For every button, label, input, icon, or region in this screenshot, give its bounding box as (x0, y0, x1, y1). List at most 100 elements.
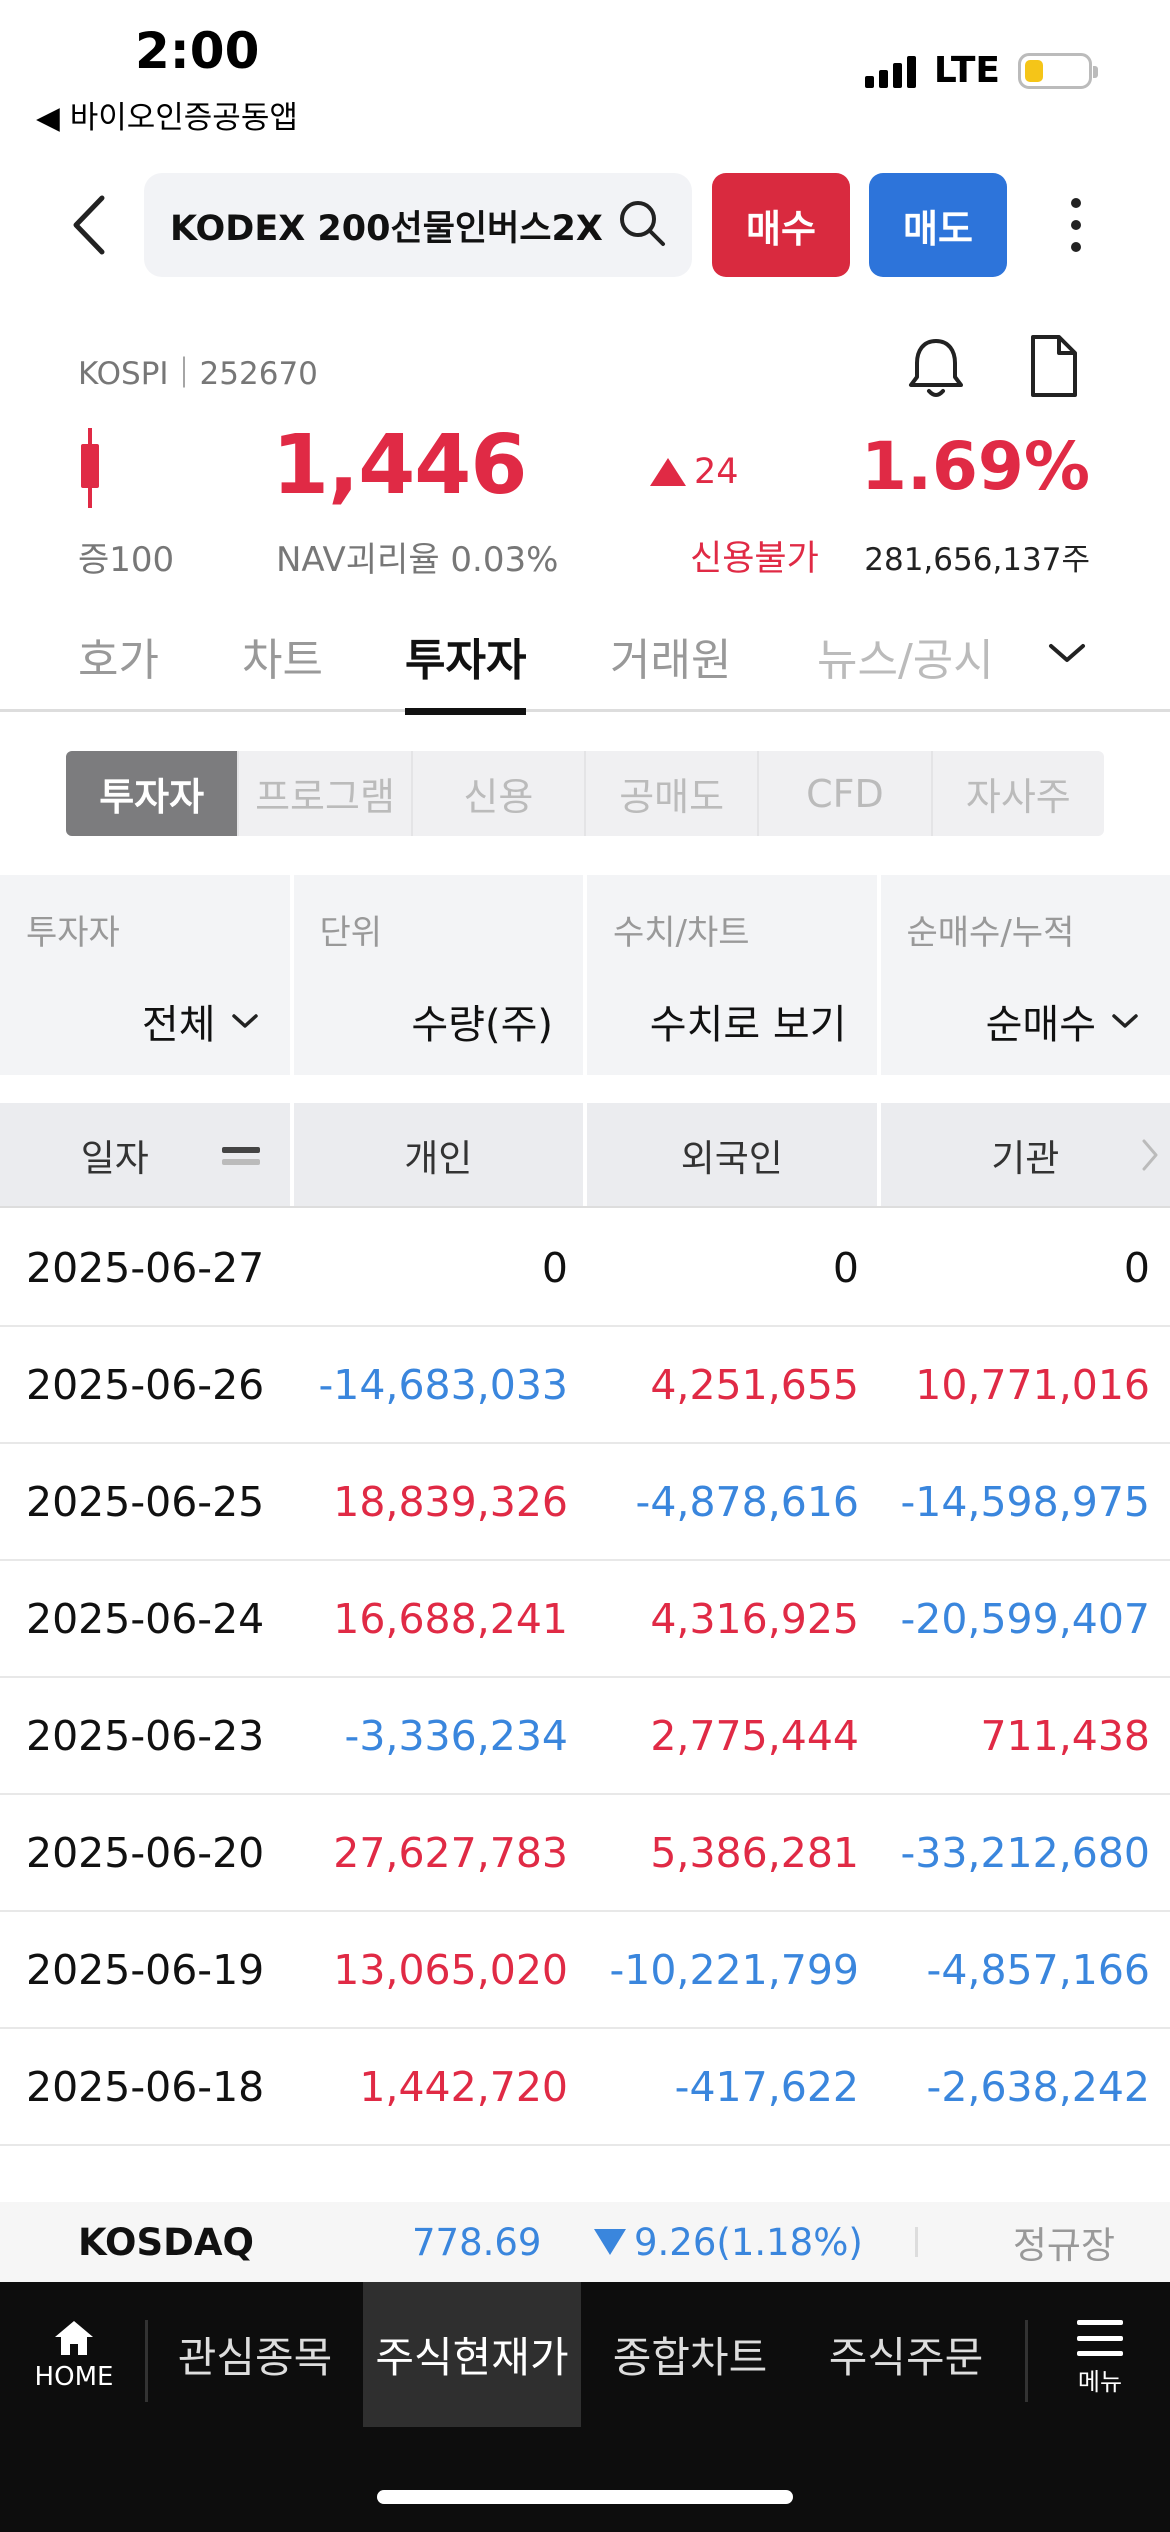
candlestick-icon (78, 428, 102, 508)
nav-menu[interactable]: 메뉴 (1070, 2320, 1130, 2397)
cell-individual: 18,839,326 (333, 1477, 568, 1526)
nav-chart[interactable]: 종합차트 (590, 2282, 790, 2427)
cell-individual: 16,688,241 (333, 1594, 568, 1643)
cell-individual: -14,683,033 (318, 1360, 568, 1409)
home-icon (55, 2321, 93, 2355)
filter-value: 수치로 보기 (649, 1002, 847, 1048)
status-indicators: LTE (864, 50, 1098, 91)
filter-bar: 투자자 전체 단위 수량(주) 수치/차트 수치로 보기 순매수/누적 순매수 (0, 875, 1170, 1075)
tab-investor[interactable]: 투자자 (405, 610, 527, 715)
document-icon[interactable] (1025, 333, 1081, 403)
table-row[interactable]: 2025-06-23 -3,336,234 2,775,444 711,438 (0, 1678, 1170, 1795)
cell-foreign: 4,251,655 (650, 1360, 859, 1409)
column-date[interactable]: 일자 (0, 1103, 290, 1206)
table-row[interactable]: 2025-06-24 16,688,241 4,316,925 -20,599,407 (0, 1561, 1170, 1678)
cell-foreign: 5,386,281 (650, 1828, 859, 1877)
cell-foreign: 0 (832, 1243, 859, 1292)
table-row[interactable]: 2025-06-27 0 0 0 (0, 1210, 1170, 1327)
chevron-down-icon[interactable] (1045, 638, 1089, 672)
chevron-down-icon (1112, 1014, 1138, 1028)
filter-display-mode[interactable]: 수치/차트 수치로 보기 (587, 875, 877, 1075)
cell-institution: -4,857,166 (926, 1945, 1150, 1994)
back-arrow-icon[interactable] (62, 190, 122, 260)
cell-individual: 13,065,020 (333, 1945, 568, 1994)
nav-current-price[interactable]: 주식현재가 (363, 2282, 581, 2427)
subtab-cfd[interactable]: CFD (759, 751, 933, 836)
ticker-index-value: 778.69 (412, 2220, 542, 2264)
sort-icon[interactable] (221, 1147, 260, 1165)
cell-institution: -33,212,680 (900, 1828, 1150, 1877)
cell-date: 2025-06-23 (26, 1711, 265, 1760)
margin-rate: 증100 (78, 540, 175, 580)
subtab-treasury-stock[interactable]: 자사주 (933, 751, 1104, 836)
filter-value: 수량(주) (411, 1002, 553, 1048)
nav-gap: NAV괴리율 0.03% (276, 540, 559, 580)
table-row[interactable]: 2025-06-19 13,065,020 -10,221,799 -4,857,16… (0, 1912, 1170, 2029)
main-tabs: 호가 차트 투자자 거래원 뉴스/공시 (0, 610, 1170, 715)
cell-foreign: -10,221,799 (609, 1945, 859, 1994)
divider (915, 2227, 918, 2257)
filter-investor[interactable]: 투자자 전체 (0, 875, 290, 1075)
ticker-session: 정규장 (1012, 2224, 1115, 2267)
stock-search-box[interactable]: KODEX 200선물인버스2X (144, 173, 692, 277)
subtab-program[interactable]: 프로그램 (239, 751, 413, 836)
price-change: 24 (650, 452, 739, 492)
signal-icon (864, 54, 916, 88)
tab-broker[interactable]: 거래원 (610, 610, 731, 712)
tab-news[interactable]: 뉴스/공시 (817, 610, 1007, 712)
cell-date: 2025-06-19 (26, 1945, 265, 1994)
nav-order[interactable]: 주식주문 (800, 2282, 1012, 2427)
battery-icon (1018, 52, 1098, 89)
cell-institution: 10,771,016 (915, 1360, 1150, 1409)
buy-button[interactable]: 매수 (712, 173, 850, 277)
subtab-short-sale[interactable]: 공매도 (586, 751, 760, 836)
cell-institution: 711,438 (980, 1711, 1150, 1760)
market-code: KOSPI｜252670 (78, 356, 318, 392)
cell-individual: 27,627,783 (333, 1828, 568, 1877)
tab-chart[interactable]: 차트 (242, 610, 323, 712)
change-value: 24 (694, 452, 739, 492)
filter-unit[interactable]: 단위 수량(주) (293, 875, 583, 1075)
cell-date: 2025-06-26 (26, 1360, 265, 1409)
cell-individual: -3,336,234 (344, 1711, 568, 1760)
hamburger-icon (1077, 2320, 1123, 2356)
bell-icon[interactable] (905, 335, 967, 405)
tab-orderbook[interactable]: 호가 (78, 610, 159, 712)
column-foreign: 외국인 (587, 1103, 877, 1206)
nav-home[interactable]: HOME (28, 2318, 120, 2392)
more-vertical-icon[interactable] (1060, 190, 1092, 260)
column-institution: 기관 (880, 1103, 1170, 1206)
filter-net-buy[interactable]: 순매수/누적 순매수 (880, 875, 1170, 1075)
table-row[interactable]: 2025-06-26 -14,683,033 4,251,655 10,771,016 (0, 1327, 1170, 1444)
nav-watchlist[interactable]: 관심종목 (155, 2282, 355, 2427)
search-stock-name: KODEX 200선물인버스2X (170, 208, 603, 249)
chevron-right-icon[interactable] (1138, 1133, 1162, 1177)
divider (145, 2320, 148, 2402)
down-triangle-icon (594, 2229, 626, 2255)
table-header: 일자 개인 외국인 기관 (0, 1103, 1170, 1208)
cell-foreign: 2,775,444 (650, 1711, 859, 1760)
cell-date: 2025-06-25 (26, 1477, 265, 1526)
credit-status: 신용불가 (690, 539, 819, 579)
table-row[interactable]: 2025-06-18 1,442,720 -417,622 -2,638,242 (0, 2029, 1170, 2146)
filter-label: 단위 (319, 913, 383, 953)
table-row[interactable]: 2025-06-20 27,627,783 5,386,281 -33,212,680 (0, 1795, 1170, 1912)
chevron-down-icon (231, 1014, 258, 1028)
sub-tabs: 투자자 프로그램 신용 공매도 CFD 자사주 (66, 751, 1104, 836)
ticker-index-name: KOSDAQ (78, 2220, 254, 2264)
investor-table: 2025-06-27 0 0 0 2025-06-26 -14,683,033 4,251,… (0, 1210, 1170, 2202)
table-row[interactable]: 2025-06-25 18,839,326 -4,878,616 -14,598,97… (0, 1444, 1170, 1561)
change-percent: 1.69% (861, 428, 1090, 505)
cell-institution: -20,599,407 (900, 1594, 1150, 1643)
status-time: 2:00 (135, 22, 260, 80)
cell-individual: 1,442,720 (359, 2062, 568, 2111)
subtab-investor[interactable]: 투자자 (66, 751, 240, 836)
back-to-app-link[interactable]: ◀ 바이오인증공동앱 (36, 92, 298, 137)
market-ticker[interactable]: KOSDAQ 778.69 9.26(1.18%) 정규장 (0, 2202, 1170, 2282)
cell-institution: -2,638,242 (926, 2062, 1150, 2111)
search-icon[interactable] (616, 197, 668, 253)
cell-date: 2025-06-20 (26, 1828, 265, 1877)
sell-button[interactable]: 매도 (869, 173, 1007, 277)
home-indicator (377, 2490, 793, 2504)
subtab-credit[interactable]: 신용 (413, 751, 586, 836)
